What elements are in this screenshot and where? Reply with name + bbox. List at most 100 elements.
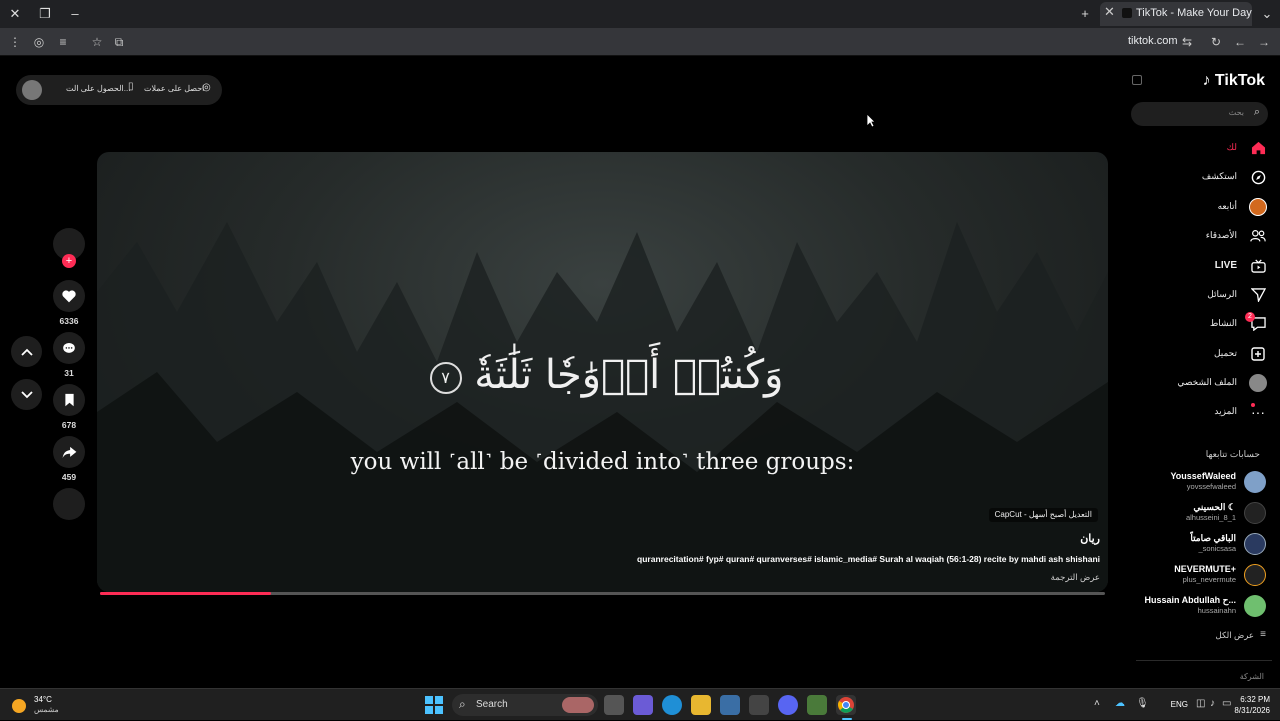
collapse-sidebar-icon[interactable]	[1132, 75, 1142, 85]
video-player[interactable]: ٧ وَكُنتُمۡ أَزۡوَٰجٗا ثَلَٰثَةٗ you wil…	[97, 152, 1108, 592]
comment-button[interactable]	[53, 332, 85, 364]
nav-label: أتابعه	[1217, 201, 1237, 211]
comment-count: 31	[64, 368, 74, 378]
app-icon[interactable]	[749, 695, 769, 715]
site-settings-icon[interactable]: ⇆	[1178, 33, 1196, 51]
account-username: alhusseini_8_1	[1185, 513, 1236, 522]
nav-messages[interactable]: الرسائل	[1127, 285, 1267, 305]
minecraft-icon[interactable]	[807, 695, 827, 715]
browser-tab-bar: ✕ ❐ – + ✕ TikTok - Make Your Day ⌄	[0, 0, 1280, 28]
url-field[interactable]: tiktok.com	[1128, 35, 1178, 47]
browser-tab[interactable]: ✕ TikTok - Make Your Day	[1100, 2, 1252, 26]
following-avatar-icon	[1249, 198, 1267, 216]
close-window-icon[interactable]: ✕	[5, 4, 25, 24]
taskbar-search[interactable]: ⌕ Search	[452, 694, 598, 716]
battery-icon[interactable]: ▭	[1222, 698, 1231, 709]
task-view-icon[interactable]	[604, 695, 624, 715]
company-link[interactable]: الشركة	[1240, 672, 1264, 681]
see-translation-link[interactable]: عرض الترجمة	[1051, 572, 1100, 583]
chrome-icon[interactable]	[836, 695, 856, 715]
profile-avatar-icon	[1249, 374, 1267, 392]
discord-icon[interactable]	[778, 695, 798, 715]
user-avatar[interactable]	[22, 80, 42, 100]
clock-time: 6:32 PM	[1240, 695, 1270, 704]
get-coins-button[interactable]: احصل على عملات	[144, 84, 204, 93]
next-video-button[interactable]	[11, 379, 42, 410]
get-app-button[interactable]: الحصول على الت...	[66, 84, 130, 93]
onedrive-icon[interactable]: ☁	[1115, 698, 1125, 709]
home-icon	[1249, 139, 1267, 157]
windows-taskbar: 34°C مشمس ⌕ Search ˄ ☁ 🎙 ENG ◫ ♪ ▭ 6:32 …	[0, 688, 1280, 720]
account-avatar	[1244, 564, 1266, 586]
account-avatar	[1244, 502, 1266, 524]
music-disc[interactable]	[53, 488, 85, 520]
following-account[interactable]: الباقي صامتاً _sonicsasa	[1126, 531, 1266, 557]
upload-icon	[1249, 345, 1267, 363]
follow-plus-icon[interactable]: +	[62, 254, 76, 268]
edge-icon[interactable]	[662, 695, 682, 715]
nav-for-you[interactable]: لك	[1127, 138, 1267, 158]
tab-search-icon[interactable]: ⌄	[1257, 4, 1277, 24]
nav-profile[interactable]: الملف الشخصي	[1127, 373, 1267, 393]
ayah-arabic: وَكُنتُمۡ أَزۡوَٰجٗا ثَلَٰثَةٗ	[474, 352, 784, 398]
tray-overflow-icon[interactable]: ˄	[1094, 698, 1100, 709]
close-tab-icon[interactable]: ✕	[1104, 4, 1115, 20]
new-tab-icon[interactable]: +	[1075, 4, 1095, 24]
sidebar-divider	[1136, 660, 1272, 661]
nav-upload[interactable]: تحميل	[1127, 344, 1267, 364]
reading-list-icon[interactable]: ≡	[54, 33, 72, 51]
previous-video-button[interactable]	[11, 336, 42, 367]
microphone-icon[interactable]: 🎙	[1136, 698, 1149, 709]
forward-icon[interactable]: →	[1255, 33, 1273, 51]
store-icon[interactable]	[720, 695, 740, 715]
minimize-window-icon[interactable]: –	[65, 4, 85, 24]
following-account[interactable]: الحسيني ☾ alhusseini_8_1	[1126, 500, 1266, 526]
send-icon	[1249, 286, 1267, 304]
more-dot-badge	[1251, 403, 1255, 407]
address-bar: ⋮ ◎ ≡ ☆ ⧉ tiktok.com ⇆ ↻ ← →	[0, 28, 1280, 56]
profile-icon[interactable]: ◎	[30, 33, 48, 51]
nav-following[interactable]: أتابعه	[1127, 197, 1267, 217]
search-input[interactable]: بحث ⌕	[1131, 102, 1268, 126]
tiktok-logo[interactable]: ♪ TikTok	[1202, 72, 1265, 90]
bookmark-star-icon[interactable]: ☆	[88, 33, 106, 51]
copilot-icon[interactable]	[633, 695, 653, 715]
following-account[interactable]: YoussefWaleed yovssefwaleed	[1126, 469, 1266, 495]
phone-icon: ▯	[128, 81, 134, 92]
file-explorer-icon[interactable]	[691, 695, 711, 715]
browser-menu-icon[interactable]: ⋮	[6, 33, 24, 51]
bookmark-icon	[64, 393, 74, 407]
translate-icon[interactable]: ⧉	[110, 33, 128, 51]
following-account[interactable]: Hussain Abdullah ح... hussainahn	[1126, 593, 1266, 619]
volume-icon[interactable]: ♪	[1210, 698, 1215, 709]
see-all-link[interactable]: عرض الكل	[1216, 630, 1254, 641]
network-icon[interactable]: ◫	[1196, 698, 1205, 709]
save-button[interactable]	[53, 384, 85, 416]
account-name: Hussain Abdullah ح...	[1144, 595, 1236, 605]
tiktok-note-icon: ♪	[1202, 72, 1211, 89]
account-username: _sonicsasa	[1198, 544, 1236, 553]
taskbar-clock[interactable]: 6:32 PM 8/31/2026	[1234, 694, 1270, 716]
nav-explore[interactable]: استكشف	[1127, 167, 1267, 187]
following-account[interactable]: NEVERMUTE+ plus_nevermute	[1126, 562, 1266, 588]
heart-icon	[62, 289, 76, 302]
account-username: plus_nevermute	[1182, 575, 1236, 584]
like-button[interactable]	[53, 280, 85, 312]
windows-start-icon[interactable]	[424, 695, 444, 715]
reload-icon[interactable]: ↻	[1207, 33, 1225, 51]
back-icon[interactable]: ←	[1231, 33, 1249, 51]
nav-label: الملف الشخصي	[1177, 377, 1237, 387]
nav-activity[interactable]: النشاط 2	[1127, 312, 1267, 334]
video-progress-bar[interactable]	[100, 592, 1105, 595]
like-count: 6336	[59, 316, 79, 326]
language-indicator[interactable]: ENG	[1171, 700, 1188, 709]
nav-live[interactable]: LIVE	[1127, 256, 1267, 276]
nav-more[interactable]: المزيد ···	[1127, 402, 1267, 422]
nav-friends[interactable]: الأصدقاء	[1127, 226, 1267, 246]
search-icon[interactable]: ⌕	[1254, 106, 1260, 119]
capcut-badge[interactable]: CapCut - التعديل أصبح أسهل	[988, 508, 1098, 522]
share-button[interactable]	[53, 436, 85, 468]
video-author[interactable]: ريان	[1080, 532, 1100, 545]
weather-condition: مشمس	[34, 705, 59, 714]
restore-window-icon[interactable]: ❐	[35, 4, 55, 24]
